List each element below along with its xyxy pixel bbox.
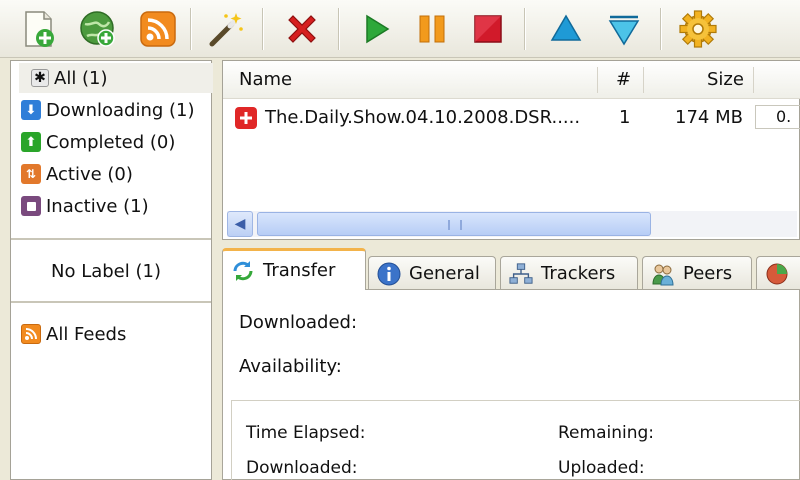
tab-transfer[interactable]: Transfer — [222, 248, 366, 290]
time-elapsed-label: Time Elapsed: — [246, 423, 366, 443]
sidebar-divider — [11, 301, 211, 303]
downloaded-stat-label: Downloaded: — [246, 458, 358, 478]
asterisk-icon: ✱ — [31, 69, 49, 87]
add-url-button[interactable] — [76, 7, 120, 51]
tab-trackers[interactable]: Trackers — [500, 256, 638, 290]
list-header: Name # Size — [223, 61, 800, 99]
torrent-progress-cell: 0. — [755, 105, 800, 129]
toolbar-separator — [190, 8, 192, 50]
category-label: Downloading (1) — [46, 99, 195, 121]
magic-wand-icon — [209, 13, 243, 47]
move-down-button[interactable] — [602, 7, 646, 51]
stop-icon — [474, 15, 502, 43]
category-downloading[interactable]: ⬇ Downloading (1) — [21, 95, 195, 125]
torrent-name: The.Daily.Show.04.10.2008.DSR..... — [265, 107, 581, 128]
toolbar-separator — [338, 8, 340, 50]
column-separator[interactable] — [753, 67, 754, 93]
rss-icon — [140, 11, 176, 47]
scroll-left-button[interactable]: ◀ — [227, 211, 253, 237]
category-label: Active (0) — [46, 163, 133, 185]
category-label: Inactive (1) — [46, 195, 149, 217]
transfer-icon — [231, 259, 255, 283]
torrent-list: Name # Size The.Daily.Show.04.10.2008.DS… — [222, 60, 800, 240]
tab-peers[interactable]: Peers — [642, 256, 752, 290]
category-label: No Label (1) — [51, 260, 161, 282]
updown-arrows-icon: ⇅ — [21, 164, 41, 184]
remaining-label: Remaining: — [558, 423, 654, 443]
pause-icon — [419, 15, 445, 43]
detail-tabs: Transfer General Trackers Peers — [222, 248, 800, 290]
move-down-icon — [608, 15, 640, 46]
toolbar-separator — [262, 8, 264, 50]
tab-label: Transfer — [263, 260, 336, 281]
remove-button[interactable] — [280, 7, 324, 51]
row-name-cell: The.Daily.Show.04.10.2008.DSR..... — [235, 103, 580, 133]
column-header-size[interactable]: Size — [707, 61, 744, 99]
tab-label: Peers — [683, 263, 733, 284]
horizontal-scrollbar[interactable]: ◀ — [227, 211, 797, 237]
column-separator[interactable] — [597, 67, 598, 93]
uploaded-label: Uploaded: — [558, 458, 645, 478]
settings-icon — [679, 10, 717, 48]
peers-icon — [651, 262, 675, 286]
category-inactive[interactable]: Inactive (1) — [21, 191, 149, 221]
torrent-number: 1 — [619, 107, 631, 128]
pause-button[interactable] — [410, 7, 454, 51]
move-up-button[interactable] — [544, 7, 588, 51]
transfer-info-group: Time Elapsed: Remaining: Downloaded: Upl… — [231, 400, 800, 480]
torrent-size: 174 MB — [675, 107, 743, 128]
category-sidebar: ✱ All (1) ⬇ Downloading (1) ⬆ Completed … — [10, 60, 213, 480]
column-header-name[interactable]: Name — [239, 61, 292, 99]
column-separator[interactable] — [643, 67, 644, 93]
category-label: All Feeds — [46, 323, 127, 345]
category-label: All (1) — [54, 67, 108, 89]
category-completed[interactable]: ⬆ Completed (0) — [21, 127, 175, 157]
rss-icon — [21, 324, 41, 344]
tab-label: General — [409, 263, 480, 284]
start-button[interactable] — [354, 7, 398, 51]
availability-label: Availability: — [239, 356, 342, 377]
sidebar-divider — [11, 238, 211, 240]
toolbar — [0, 0, 800, 58]
add-torrent-icon — [25, 11, 54, 47]
create-torrent-button[interactable] — [204, 7, 248, 51]
preferences-button[interactable] — [676, 7, 720, 51]
pieces-icon — [765, 262, 789, 286]
torrent-status-icon — [235, 107, 257, 129]
add-torrent-button[interactable] — [16, 7, 60, 51]
add-url-icon — [80, 11, 115, 47]
network-icon — [509, 262, 533, 286]
scrollbar-grip — [448, 220, 462, 230]
start-icon — [366, 14, 390, 44]
tab-more[interactable] — [756, 256, 800, 290]
downloaded-label: Downloaded: — [239, 312, 358, 333]
stop-button[interactable] — [466, 7, 510, 51]
toolbar-separator — [524, 8, 526, 50]
rss-button[interactable] — [136, 7, 180, 51]
transfer-panel: Downloaded: Availability: Time Elapsed: … — [222, 289, 800, 480]
column-header-number[interactable]: # — [616, 61, 631, 99]
feeds-all[interactable]: All Feeds — [21, 319, 126, 349]
scrollbar-thumb[interactable] — [257, 212, 651, 236]
tab-general[interactable]: General — [368, 256, 496, 290]
download-arrow-icon: ⬇ — [21, 100, 41, 120]
remove-icon — [288, 15, 316, 43]
info-icon — [377, 262, 401, 286]
tab-label: Trackers — [541, 263, 616, 284]
inactive-square-icon — [21, 196, 41, 216]
upload-arrow-icon: ⬆ — [21, 132, 41, 152]
toolbar-separator — [660, 8, 662, 50]
label-no-label[interactable]: No Label (1) — [51, 256, 161, 286]
category-active[interactable]: ⇅ Active (0) — [21, 159, 133, 189]
move-up-icon — [550, 14, 582, 41]
category-all[interactable]: ✱ All (1) — [19, 63, 213, 93]
category-label: Completed (0) — [46, 131, 176, 153]
